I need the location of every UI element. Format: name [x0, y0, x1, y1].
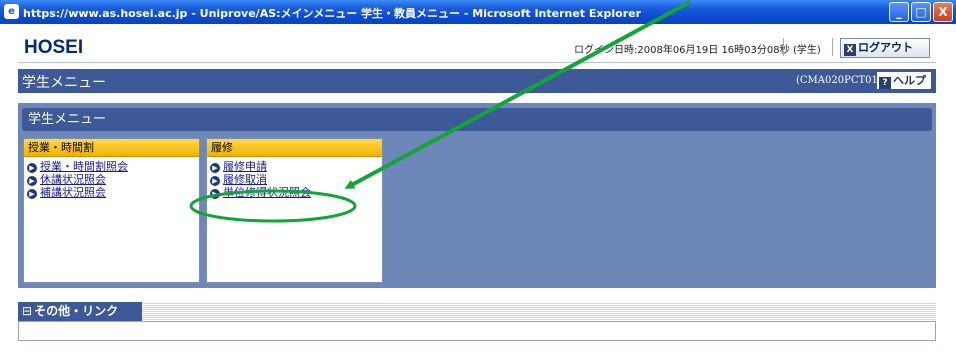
ie-icon: e	[4, 4, 19, 19]
logout-button[interactable]: X ログアウト	[840, 38, 930, 58]
minimize-button[interactable]: _	[889, 2, 909, 22]
login-datetime: ログイン日時:2008年06月19日 16時03分08秒	[574, 45, 790, 56]
menu-item[interactable]: ▶ 履修申請	[210, 160, 382, 173]
menu-item[interactable]: ▶ 履修取消	[210, 173, 382, 186]
user-role: (学生)	[793, 45, 821, 56]
help-icon: ?	[879, 77, 891, 89]
collapse-icon: ⊟	[22, 304, 33, 318]
page-title-bar: 学生メニュー (CMA020PCT01) ? ヘルプ	[18, 69, 936, 93]
other-links-body	[18, 321, 936, 341]
menu-item[interactable]: ▶ 単位修得状況照会	[210, 186, 382, 199]
student-menu-panel: 学生メニュー 授業・時間割 ▶ 授業・時間割照会 ▶ 休講状況照会 ▶ 補講状況照会 …	[18, 103, 936, 288]
section-rule	[142, 302, 936, 321]
arrow-circle-icon: ▶	[210, 189, 220, 199]
menu-link[interactable]: 履修取消	[223, 173, 267, 186]
other-links-tab[interactable]: ⊟ その他・リンク	[18, 302, 142, 321]
browser-window: e https://www.as.hosei.ac.jp - Uniprove/…	[0, 0, 956, 355]
arrow-circle-icon: ▶	[27, 189, 37, 199]
logout-label: ログアウト	[858, 41, 913, 54]
help-label: ヘルプ	[893, 74, 926, 87]
menu-link[interactable]: 履修申請	[223, 160, 267, 173]
title-bar[interactable]: e https://www.as.hosei.ac.jp - Uniprove/…	[0, 0, 956, 24]
maximize-button[interactable]: □	[911, 2, 931, 22]
menu-group-registration: 履修 ▶ 履修申請 ▶ 履修取消 ▶ 単位修得状況照会	[206, 138, 383, 283]
arrow-circle-icon: ▶	[27, 176, 37, 186]
window-title: https://www.as.hosei.ac.jp - Uniprove/AS…	[23, 7, 642, 20]
menu-link[interactable]: 補講状況照会	[40, 186, 106, 199]
divider	[832, 38, 833, 56]
close-box-icon: X	[844, 44, 856, 56]
menu-link[interactable]: 授業・時間割照会	[40, 160, 128, 173]
arrow-circle-icon: ▶	[27, 163, 37, 173]
menu-link[interactable]: 休講状況照会	[40, 173, 106, 186]
help-button[interactable]: ? ヘルプ	[877, 72, 931, 89]
close-button[interactable]: X	[933, 2, 953, 22]
hosei-logo: HOSEI	[24, 37, 84, 58]
other-links-title: その他・リンク	[34, 304, 119, 318]
menu-item[interactable]: ▶ 休講状況照会	[27, 173, 199, 186]
arrow-circle-icon: ▶	[210, 176, 220, 186]
page-title: 学生メニュー	[22, 75, 106, 91]
menu-group-classes: 授業・時間割 ▶ 授業・時間割照会 ▶ 休講状況照会 ▶ 補講状況照会	[23, 138, 200, 283]
group-header: 授業・時間割	[24, 139, 199, 157]
group-header: 履修	[207, 139, 382, 157]
divider	[783, 38, 784, 56]
menu-item[interactable]: ▶ 授業・時間割照会	[27, 160, 199, 173]
screen-code: (CMA020PCT01)	[796, 75, 882, 86]
arrow-circle-icon: ▶	[210, 163, 220, 173]
panel-header: 学生メニュー	[22, 108, 932, 131]
menu-item[interactable]: ▶ 補講状況照会	[27, 186, 199, 199]
menu-link-credit-status[interactable]: 単位修得状況照会	[223, 186, 311, 199]
site-header: HOSEI ログイン日時:2008年06月19日 16時03分08秒 (学生) …	[18, 33, 936, 63]
